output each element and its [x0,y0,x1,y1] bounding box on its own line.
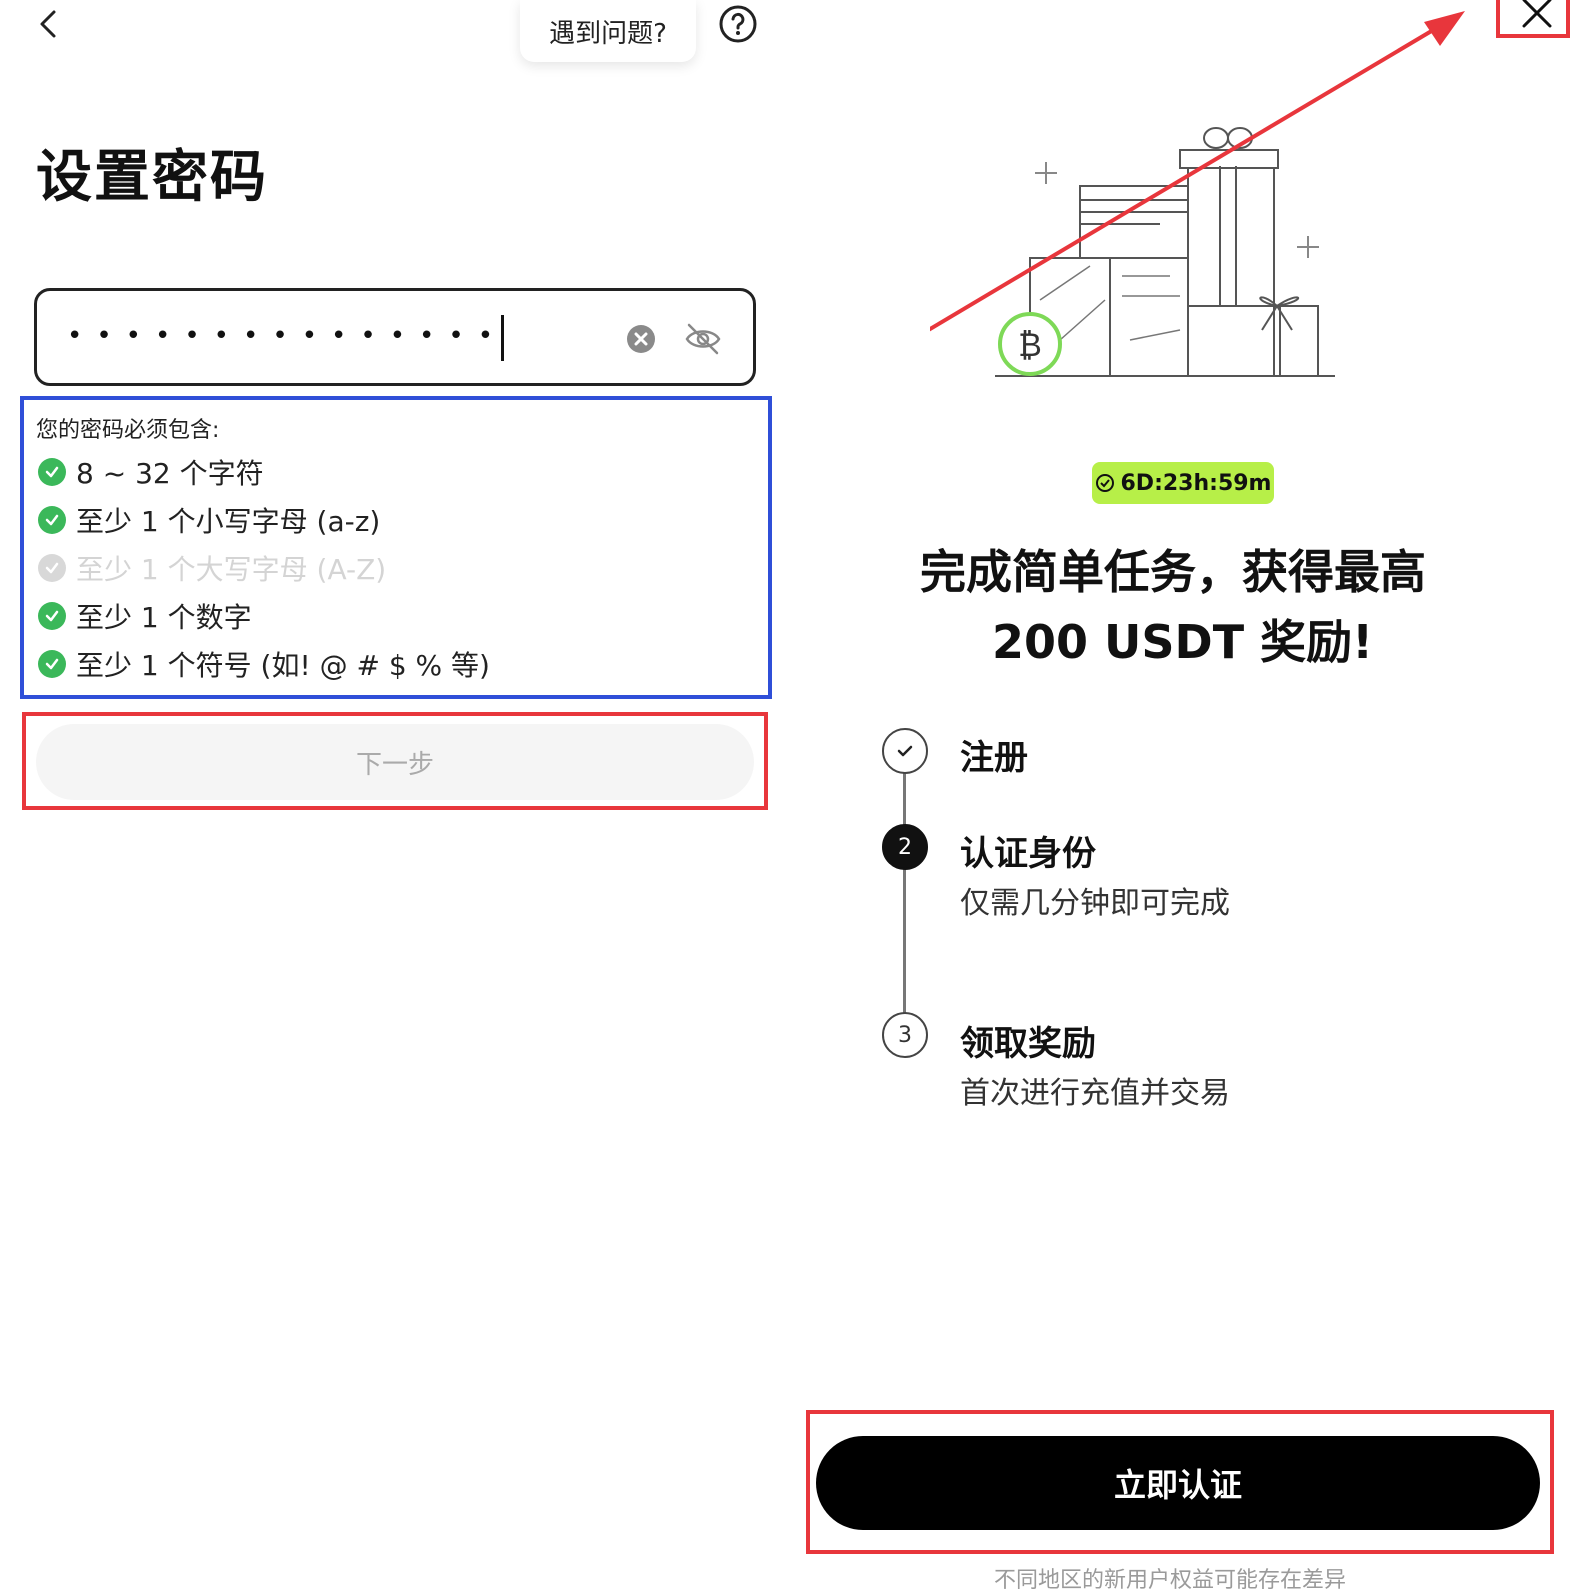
rule-label: 至少 1 个数字 [76,601,252,634]
step-3-desc: 首次进行充值并交易 [960,1076,1230,1111]
clear-circle-icon [627,325,655,353]
password-masked-value: ••••••••••••••• [67,321,508,351]
check-icon [38,458,66,486]
rule-symbol: 至少 1 个符号 (如! @ # $ % 等) [38,644,490,684]
verify-button-highlight: 立即认证 [806,1410,1554,1554]
rule-length: 8 ~ 32 个字符 [38,452,264,492]
rule-label: 8 ~ 32 个字符 [76,457,264,490]
close-button-highlight [1496,0,1570,38]
rule-uppercase: 至少 1 个大写字母 (A-Z) [38,548,386,588]
clear-input-button[interactable] [625,323,657,355]
step-3-title: 领取奖励 [960,1024,1096,1064]
step-2-desc: 仅需几分钟即可完成 [960,886,1230,921]
password-rules: 您的密码必须包含: 8 ~ 32 个字符 至少 1 个小写字母 (a-z) 至少… [20,396,772,699]
chevron-left-icon [40,10,56,38]
help-tooltip[interactable]: 遇到问题? [520,0,696,62]
promo-reward-suffix: 奖励! [1244,615,1374,669]
help-button[interactable] [718,4,758,44]
rule-label: 至少 1 个小写字母 (a-z) [76,505,381,538]
help-tooltip-text: 遇到问题? [549,18,667,49]
promo-headline: 完成简单任务，获得最高 [920,545,1426,599]
task-steps: 注册 2 认证身份 仅需几分钟即可完成 3 领取奖励 首次进行充值并交易 [870,728,1470,1148]
step-2-title: 认证身份 [960,834,1096,874]
verify-now-button[interactable]: 立即认证 [816,1436,1540,1530]
check-icon [38,650,66,678]
eye-off-icon [685,323,721,355]
page-title: 设置密码 [36,145,268,210]
promo-reward-amount: 200 USDT [992,615,1245,669]
timer-value: 6D:23h:59m [1120,470,1272,496]
password-input[interactable]: ••••••••••••••• [34,288,756,386]
next-button-highlight: 下一步 [22,712,768,810]
step-1-title: 注册 [960,738,1028,778]
rule-label: 至少 1 个符号 (如! @ # $ % 等) [76,649,490,682]
check-icon [38,602,66,630]
back-button[interactable] [30,4,70,44]
rule-label: 至少 1 个大写字母 (A-Z) [76,553,387,586]
question-circle-icon [719,5,757,43]
svg-text:₿: ₿ [1018,326,1042,364]
check-icon [38,506,66,534]
gift-boxes-illustration: ₿ [930,11,1465,377]
check-icon [38,554,66,582]
region-disclaimer: 不同地区的新用户权益可能存在差异 [994,1568,1347,1592]
toggle-visibility-button[interactable] [683,319,723,359]
rule-digit: 至少 1 个数字 [38,596,252,636]
close-icon [1522,0,1552,28]
clock-check-icon [1095,474,1114,492]
step-2-indicator: 2 [882,824,928,870]
step-1-indicator [882,728,928,774]
step-3-indicator: 3 [882,1012,928,1058]
text-caret [501,315,504,361]
check-icon [897,745,913,757]
promo-reward-line: 200 USDT 奖励! [992,606,1373,672]
close-button[interactable] [1518,0,1556,32]
rule-lowercase: 至少 1 个小写字母 (a-z) [38,500,380,540]
countdown-timer: 6D:23h:59m [1092,462,1274,504]
rules-title: 您的密码必须包含: [36,418,220,443]
set-password-panel: 遇到问题? 设置密码 ••••••••••••••• 您的密码必须包含: 8 ~… [0,0,790,1592]
next-button[interactable]: 下一步 [36,724,754,800]
